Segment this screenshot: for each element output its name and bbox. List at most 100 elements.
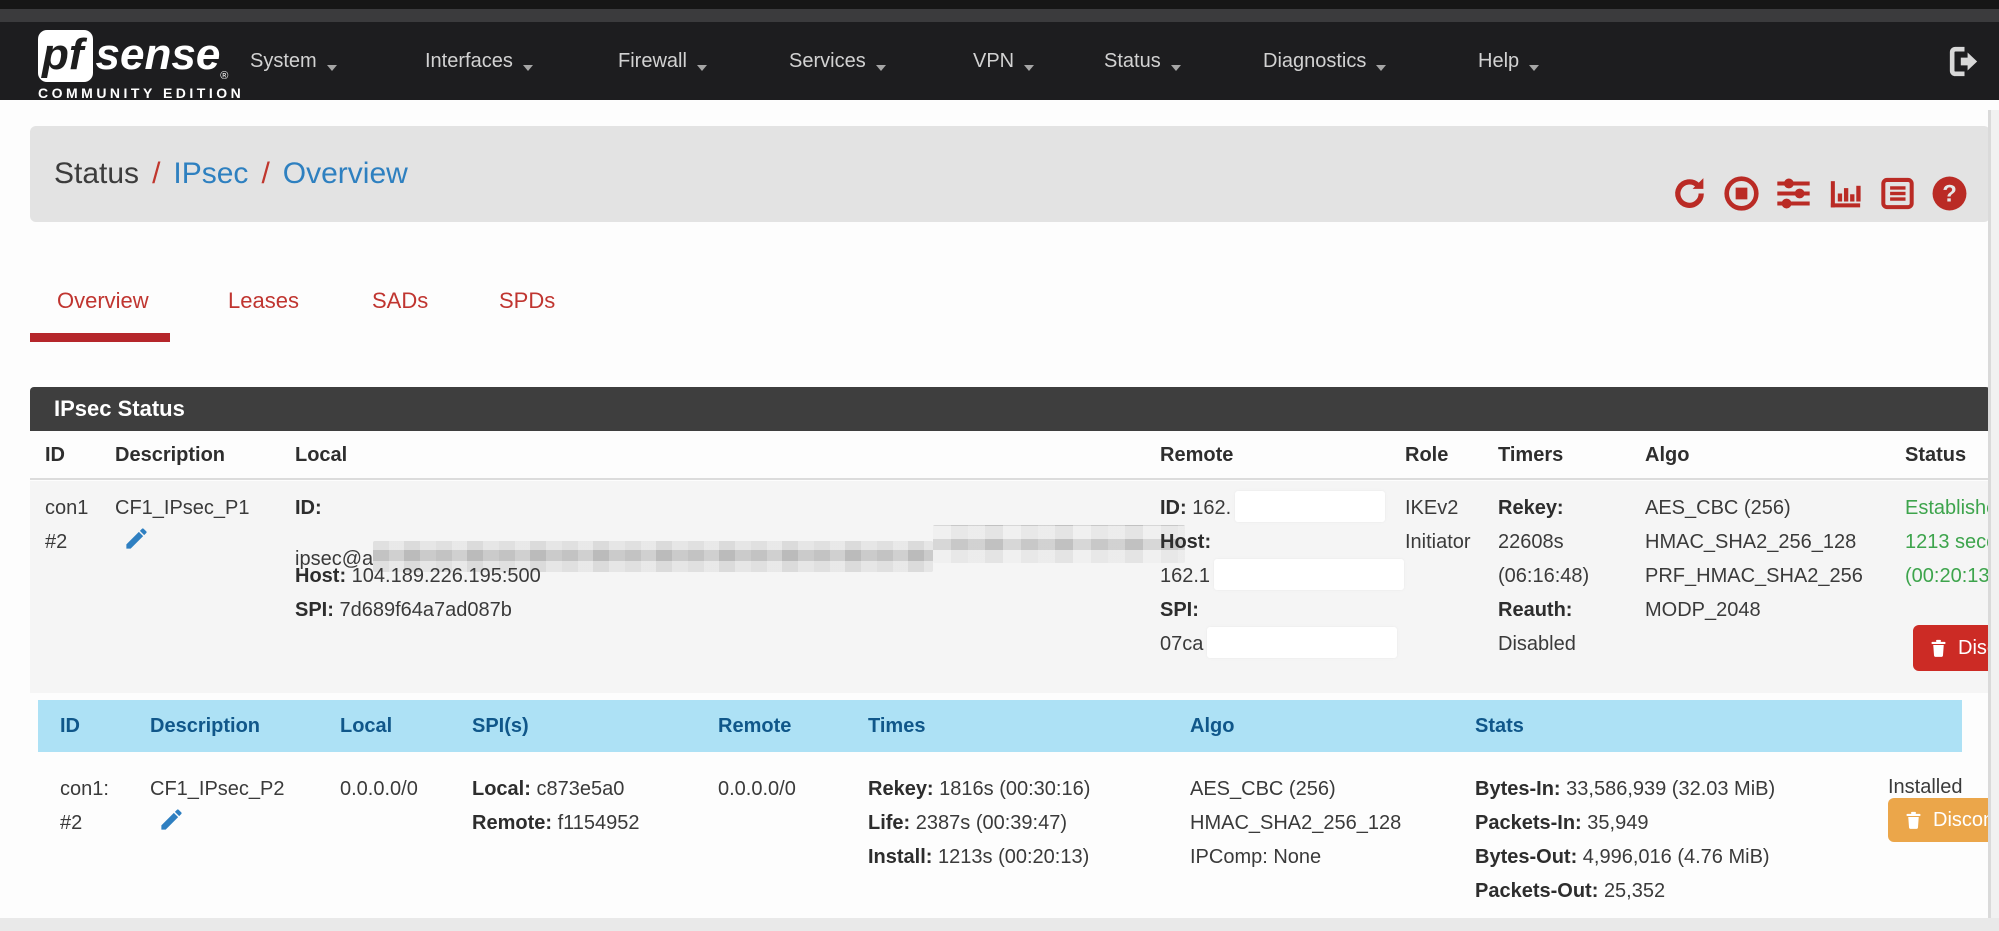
nav-item-status[interactable]: Status [1104,22,1181,100]
remote-spi-value: 07ca [1160,633,1203,655]
p2-description: CF1_IPsec_P2 [150,778,285,800]
trash-icon [1903,810,1924,831]
nav-item-interfaces[interactable]: Interfaces [425,22,533,100]
tab-sads[interactable]: SADs [372,288,428,314]
cell-status: Established 1213 seconds (00:20:13) [1905,491,1999,593]
local-id-label: ID: [295,497,322,519]
nav-item-label: Services [789,50,866,72]
packets-out-value: 25,352 [1604,880,1665,902]
breadcrumb-separator: / [152,157,160,190]
algo-dhgroup: MODP_2048 [1645,599,1761,621]
p2-id-num: #2 [60,812,82,834]
chevron-down-icon [1529,65,1539,76]
cell-description: CF1_IPsec_P1 [115,491,250,559]
sliders-icon[interactable] [1775,155,1812,192]
nav-item-firewall[interactable]: Firewall [618,22,707,100]
tab-overview[interactable]: Overview [57,288,149,314]
packets-in-value: 35,949 [1587,812,1648,834]
rekey-time: (06:16:48) [1498,565,1589,587]
nav-item-system[interactable]: System [250,22,337,100]
help-icon[interactable]: ? [1931,155,1968,192]
bytes-out-value: 4,996,016 (4.76 MiB) [1583,846,1770,868]
p2-remote-network: 0.0.0.0/0 [718,778,796,800]
breadcrumb-link-ipsec[interactable]: IPsec [173,157,248,190]
edit-icon[interactable] [123,525,150,552]
list-icon[interactable] [1879,155,1916,192]
page-toolbar: ? [1671,155,1968,193]
trash-icon [1928,638,1949,659]
nav-item-help[interactable]: Help [1478,22,1539,100]
bar-chart-icon[interactable] [1827,155,1864,192]
spi-local-label: Local: [472,778,531,800]
col-header-remote: Remote [1160,431,1233,480]
chevron-down-icon [1171,65,1181,76]
vertical-scrollbar[interactable] [1988,110,1999,918]
cell-algo: AES_CBC (256) HMAC_SHA2_256_128 PRF_HMAC… [1645,491,1863,627]
community-edition-label: COMMUNITY EDITION [38,85,244,101]
cell-role: IKEv2 Initiator [1405,491,1471,559]
nav-item-label: Firewall [618,50,687,72]
packets-in-label: Packets-In: [1475,812,1582,834]
refresh-icon[interactable] [1671,155,1708,192]
nav-item-label: VPN [973,50,1014,72]
col-header-stats: Stats [1475,700,1524,752]
reauth-value: Disabled [1498,633,1576,655]
col-header-timers: Timers [1498,431,1563,480]
col-header-remote: Remote [718,700,791,752]
pfsense-logo[interactable]: pfsense® COMMUNITY EDITION [38,30,244,101]
registered-mark: ® [220,70,228,82]
spi-remote-label: Remote: [472,812,552,834]
nav-item-label: System [250,50,317,72]
algo-encryption: AES_CBC (256) [1645,497,1791,519]
window-title-strip [0,9,1999,22]
tab-leases[interactable]: Leases [228,288,299,314]
chevron-down-icon [876,65,886,76]
col-header-local: Local [295,431,347,480]
cell-remote: 0.0.0.0/0 [718,772,796,806]
sense-logo-text: sense [96,30,221,80]
cell-times: Rekey: 1816s (00:30:16) Life: 2387s (00:… [868,772,1090,874]
p2-local-network: 0.0.0.0/0 [340,778,418,800]
p1-id-num: #2 [45,531,67,553]
nav-item-services[interactable]: Services [789,22,886,100]
remote-id-value: 162. [1192,497,1231,519]
cell-id: con1 #2 [45,491,88,559]
col-header-role: Role [1405,431,1448,480]
col-header-id: ID [60,700,80,752]
breadcrumb-link-overview[interactable]: Overview [283,157,408,190]
cell-timers: Rekey: 22608s (06:16:48) Reauth: Disable… [1498,491,1589,661]
role-value: Initiator [1405,531,1471,553]
role-protocol: IKEv2 [1405,497,1458,519]
disconnect-p2-button[interactable]: Disconnect [1888,798,1999,842]
algo-prf: PRF_HMAC_SHA2_256 [1645,565,1863,587]
cell-spis: Local: c873e5a0 Remote: f1154952 [472,772,640,840]
tab-spds[interactable]: SPDs [499,288,555,314]
algo-encryption: AES_CBC (256) [1190,778,1336,800]
cell-stats: Bytes-In: 33,586,939 (32.03 MiB) Packets… [1475,772,1775,908]
nav-item-vpn[interactable]: VPN [973,22,1034,100]
nav-item-label: Status [1104,50,1161,72]
install-value: 1213s (00:20:13) [938,846,1089,868]
col-header-description: Description [150,700,260,752]
packets-out-label: Packets-Out: [1475,880,1598,902]
nav-item-label: Interfaces [425,50,513,72]
sign-out-icon[interactable] [1946,43,1983,80]
rekey-label: Rekey: [1498,497,1564,519]
bytes-in-label: Bytes-In: [1475,778,1561,800]
disconnect-p1-button[interactable]: Disconnect [1913,625,1999,671]
col-header-spis: SPI(s) [472,700,529,752]
chevron-down-icon [1024,65,1034,76]
edit-icon[interactable] [158,806,185,833]
p1-id: con1 [45,497,88,519]
chevron-down-icon [1376,65,1386,76]
redaction-box [1207,627,1397,658]
cell-local: ID: ipsec@a Host: 104.189.226.195:500 SP… [295,491,1185,627]
col-header-id: ID [45,431,65,480]
ipsec-p2-row: con1: #2 CF1_IPsec_P2 0.0.0.0/0 Local: c… [38,752,1990,918]
nav-item-diagnostics[interactable]: Diagnostics [1263,22,1386,100]
rekey-label: Rekey: [868,778,934,800]
stop-icon[interactable] [1723,155,1760,192]
col-header-local: Local [340,700,392,752]
cell-id: con1: #2 [60,772,109,840]
col-header-status: Status [1905,431,1966,480]
